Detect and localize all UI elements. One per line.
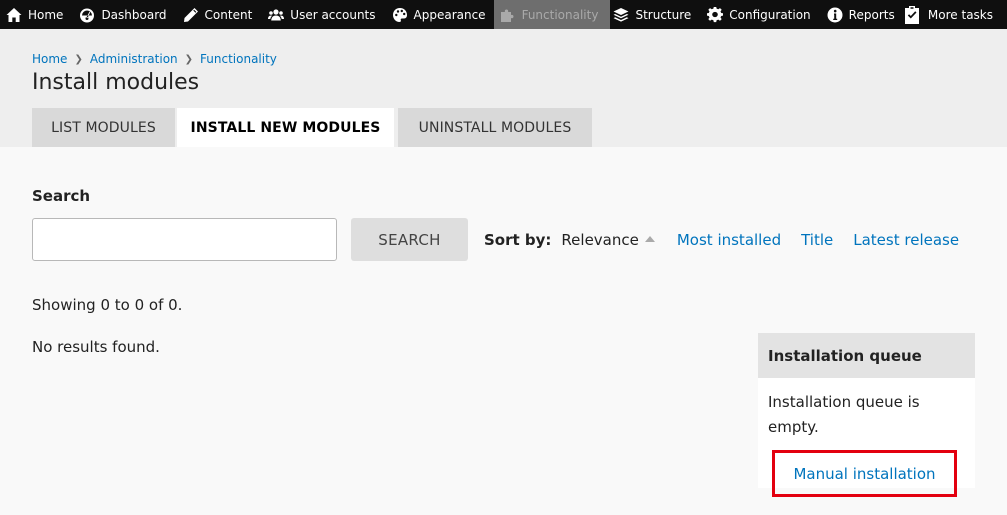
toolbar-item-label: Structure <box>635 7 692 22</box>
puzzle-icon <box>500 9 514 22</box>
toolbar-item-label: Reports <box>848 7 895 22</box>
toolbar-item-label: Content <box>204 7 253 22</box>
toolbar-item-reports[interactable]: Reports <box>819 0 903 29</box>
palette-icon <box>392 7 407 22</box>
tabs: LIST MODULES INSTALL NEW MODULES UNINSTA… <box>32 108 594 147</box>
manual-installation-link[interactable]: Manual installation <box>793 465 935 483</box>
toolbar-item-label: User accounts <box>290 7 376 22</box>
sort-title-link[interactable]: Title <box>801 231 833 249</box>
layers-icon <box>613 7 629 22</box>
sort-bar: Sort by: Relevance Most installed Title … <box>484 231 959 249</box>
sort-label: Sort by: <box>484 231 552 249</box>
home-icon <box>6 7 22 22</box>
page-header: Home ❯ Administration ❯ Functionality In… <box>0 29 1007 147</box>
page-title: Install modules <box>32 70 200 95</box>
users-icon <box>268 8 285 20</box>
breadcrumb-administration[interactable]: Administration <box>90 52 178 66</box>
toolbar-item-appearance[interactable]: Appearance <box>384 0 494 29</box>
clipboard-check-icon <box>904 5 919 24</box>
results-count: Showing 0 to 0 of 0. <box>32 296 183 314</box>
toolbar-item-label: More tasks <box>927 7 993 22</box>
sort-ascending-icon <box>644 236 655 242</box>
toolbar-item-home[interactable]: Home <box>0 0 71 29</box>
search-input[interactable] <box>32 218 337 261</box>
sort-current[interactable]: Relevance <box>561 231 638 249</box>
breadcrumb-separator-icon: ❯ <box>184 53 194 65</box>
tab-install-new-modules[interactable]: INSTALL NEW MODULES <box>177 108 394 147</box>
toolbar-item-label: Configuration <box>729 7 811 22</box>
breadcrumb-functionality[interactable]: Functionality <box>200 52 277 66</box>
search-label: Search <box>32 187 91 205</box>
tab-uninstall-modules[interactable]: UNINSTALL MODULES <box>398 108 592 147</box>
no-results-message: No results found. <box>32 338 160 356</box>
toolbar-item-functionality[interactable]: Functionality <box>493 0 611 29</box>
toolbar-item-label: Functionality <box>521 7 599 22</box>
toolbar-item-label: Dashboard <box>101 7 167 22</box>
breadcrumb-separator-icon: ❯ <box>74 53 83 65</box>
search-button[interactable]: SEARCH <box>351 218 468 261</box>
toolbar-item-content[interactable]: Content <box>175 0 261 29</box>
toolbar-item-structure[interactable]: Structure <box>610 0 699 29</box>
gear-icon <box>707 6 724 22</box>
toolbar-item-dashboard[interactable]: Dashboard <box>71 0 174 29</box>
info-icon <box>827 7 843 22</box>
sort-latest-release-link[interactable]: Latest release <box>853 231 959 249</box>
toolbar-item-label: Appearance <box>413 7 486 22</box>
toolbar-item-label: Home <box>28 7 64 22</box>
installation-queue-title: Installation queue <box>758 333 975 378</box>
breadcrumb: Home ❯ Administration ❯ Functionality <box>32 52 277 66</box>
breadcrumb-home[interactable]: Home <box>32 52 67 66</box>
manual-installation-highlight: Manual installation <box>772 450 957 497</box>
admin-toolbar: Home Dashboard Content User accounts App… <box>0 0 1007 29</box>
sort-most-installed-link[interactable]: Most installed <box>677 231 781 249</box>
toolbar-item-configuration[interactable]: Configuration <box>699 0 818 29</box>
tab-list-modules[interactable]: LIST MODULES <box>32 108 175 147</box>
toolbar-item-more-tasks[interactable]: More tasks <box>903 0 993 29</box>
toolbar-item-user-accounts[interactable]: User accounts <box>260 0 383 29</box>
dashboard-icon <box>80 8 95 22</box>
pencil-icon <box>183 7 198 22</box>
